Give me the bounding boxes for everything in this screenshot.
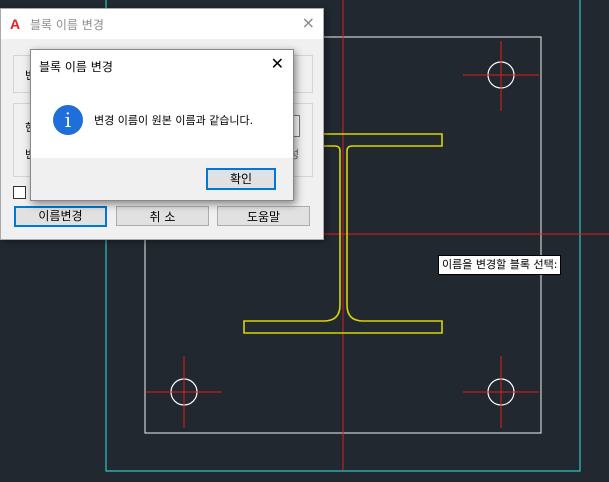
bolt-hole-bottom-left	[146, 356, 222, 428]
close-icon[interactable]: ×	[302, 14, 315, 32]
info-icon: i	[53, 105, 83, 135]
message-box: 블록 이름 변경 ✕ i 변경 이름이 원본 이름과 같습니다. 확인	[30, 49, 294, 201]
option-checkbox[interactable]	[13, 186, 26, 199]
command-prompt-tooltip: 이름을 변경할 블록 선택:	[438, 255, 562, 275]
close-icon[interactable]: ✕	[271, 55, 284, 73]
help-button[interactable]: 도움말	[217, 206, 310, 226]
rename-button[interactable]: 이름변경	[14, 206, 107, 227]
dialog-title-bar[interactable]: A 블록 이름 변경 ×	[1, 9, 323, 39]
autocad-logo-icon: A	[10, 16, 21, 32]
ok-button[interactable]: 확인	[206, 168, 276, 190]
dialog-title: 블록 이름 변경	[30, 17, 104, 32]
bolt-hole-top-right	[463, 41, 539, 111]
message-box-title: 블록 이름 변경	[39, 60, 113, 74]
bolt-hole-bottom-right	[463, 356, 539, 428]
cancel-button[interactable]: 취 소	[116, 206, 209, 226]
message-text: 변경 이름이 원본 이름과 같습니다.	[94, 114, 254, 127]
